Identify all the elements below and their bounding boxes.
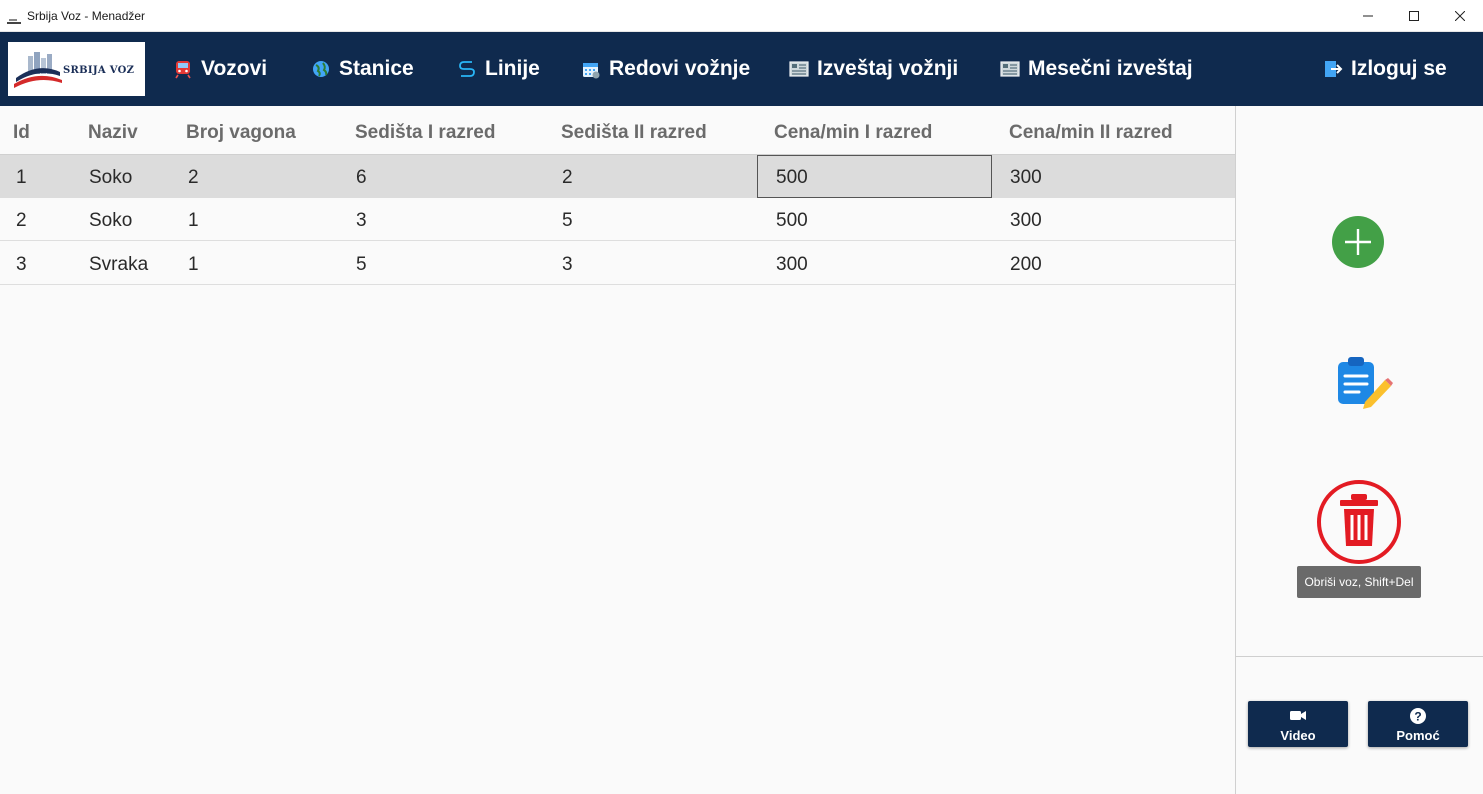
cell-cena-i[interactable]: 300 <box>776 254 808 276</box>
nav-izvestaj-voznji-label: Izveštaj vožnji <box>817 57 959 80</box>
cell-sedista-ii[interactable]: 2 <box>562 167 573 189</box>
nav-redovi-voznje[interactable]: Redovi vožnje <box>581 32 750 106</box>
nav-redovi-voznje-label: Redovi vožnje <box>609 57 751 80</box>
srbija-voz-logo[interactable]: SRBIJA VOZ <box>8 42 145 96</box>
nav-izvestaj-voznji[interactable]: Izveštaj vožnji <box>789 32 958 106</box>
cell-naziv[interactable]: Soko <box>89 210 132 232</box>
maximize-icon <box>1409 11 1419 21</box>
nav-stanice-label: Stanice <box>339 57 414 80</box>
column-header-sedista-i[interactable]: Sedišta I razred <box>355 122 495 144</box>
calendar-icon <box>581 59 601 79</box>
table-row[interactable]: 2 Soko 1 3 5 500 300 <box>0 198 1235 241</box>
help-button[interactable]: ? Pomoć <box>1368 701 1468 747</box>
close-button[interactable] <box>1437 0 1483 32</box>
cell-cena-i[interactable]: 500 <box>776 210 808 232</box>
edit-train-button[interactable] <box>1335 354 1393 410</box>
cell-cena-ii[interactable]: 200 <box>1010 254 1042 276</box>
nav-linije[interactable]: Linije <box>457 32 540 106</box>
table-row[interactable]: 1 Soko 2 6 2 500 300 <box>0 155 1235 198</box>
delete-tooltip: Obriši voz, Shift+Del <box>1297 566 1421 598</box>
cell-id[interactable]: 2 <box>16 210 27 232</box>
window-title-bar: Srbija Voz - Menadžer <box>0 0 1483 32</box>
logo-text: SRBIJA VOZ <box>63 65 135 76</box>
add-train-button[interactable] <box>1331 215 1385 269</box>
nav-vozovi-label: Vozovi <box>201 57 268 80</box>
panel-divider <box>1235 656 1483 657</box>
minimize-button[interactable] <box>1345 0 1391 32</box>
nav-mesecni-izvestaj[interactable]: Mesečni izveštaj <box>1000 32 1193 106</box>
column-header-broj-vagona[interactable]: Broj vagona <box>186 122 296 144</box>
cell-id[interactable]: 1 <box>16 167 27 189</box>
clipboard-edit-icon <box>1338 357 1393 409</box>
window-title: Srbija Voz - Menadžer <box>27 9 146 23</box>
cell-cena-ii[interactable]: 300 <box>1010 167 1042 189</box>
logout-icon <box>1323 59 1343 79</box>
logout-label: Izloguj se <box>1351 57 1447 80</box>
help-label: Pomoć <box>1396 728 1440 743</box>
maximize-button[interactable] <box>1391 0 1437 32</box>
cell-broj-vagona[interactable]: 1 <box>188 210 199 232</box>
delete-train-button[interactable] <box>1316 479 1402 565</box>
video-camera-icon <box>1289 707 1307 728</box>
cell-cena-i[interactable]: 500 <box>776 167 808 189</box>
action-panel <box>1235 106 1483 794</box>
video-label: Video <box>1280 728 1316 743</box>
route-icon <box>457 59 477 79</box>
minimize-icon <box>1363 15 1373 17</box>
cell-sedista-i[interactable]: 3 <box>356 210 367 232</box>
report-icon <box>1000 59 1020 79</box>
cell-naziv[interactable]: Soko <box>89 167 132 189</box>
column-header-cena-i[interactable]: Cena/min I razred <box>774 122 932 144</box>
column-header-cena-ii[interactable]: Cena/min II razred <box>1009 122 1173 144</box>
column-header-naziv[interactable]: Naziv <box>88 122 138 144</box>
column-header-id[interactable]: Id <box>13 122 30 144</box>
trash-icon <box>1317 480 1401 564</box>
logout-button[interactable]: Izloguj se <box>1323 32 1447 106</box>
column-header-sedista-ii[interactable]: Sedišta II razred <box>561 122 707 144</box>
report-icon <box>789 59 809 79</box>
cell-broj-vagona[interactable]: 2 <box>188 167 199 189</box>
help-icon: ? <box>1409 707 1427 730</box>
table-row[interactable]: 3 Svraka 1 5 3 300 200 <box>0 242 1235 285</box>
trains-table: Id Naziv Broj vagona Sedišta I razred Se… <box>0 106 1235 794</box>
cell-sedista-i[interactable]: 6 <box>356 167 367 189</box>
cell-id[interactable]: 3 <box>16 254 27 276</box>
svg-text:?: ? <box>1414 710 1421 724</box>
cell-sedista-ii[interactable]: 5 <box>562 210 573 232</box>
app-icon <box>7 12 21 24</box>
cell-naziv[interactable]: Svraka <box>89 254 148 276</box>
video-button[interactable]: Video <box>1248 701 1348 747</box>
cell-sedista-ii[interactable]: 3 <box>562 254 573 276</box>
cell-cena-ii[interactable]: 300 <box>1010 210 1042 232</box>
table-header: Id Naziv Broj vagona Sedišta I razred Se… <box>0 106 1235 155</box>
nav-mesecni-izvestaj-label: Mesečni izveštaj <box>1028 57 1193 80</box>
cell-sedista-i[interactable]: 5 <box>356 254 367 276</box>
train-icon <box>173 59 193 79</box>
globe-icon <box>311 59 331 79</box>
nav-vozovi[interactable]: Vozovi <box>173 32 267 106</box>
nav-stanice[interactable]: Stanice <box>311 32 414 106</box>
cell-broj-vagona[interactable]: 1 <box>188 254 199 276</box>
close-icon <box>1455 11 1465 21</box>
plus-circle-icon <box>1332 216 1384 268</box>
nav-linije-label: Linije <box>485 57 540 80</box>
top-navigation-bar: SRBIJA VOZ Vozovi Stanice Linije Redovi … <box>0 32 1483 106</box>
